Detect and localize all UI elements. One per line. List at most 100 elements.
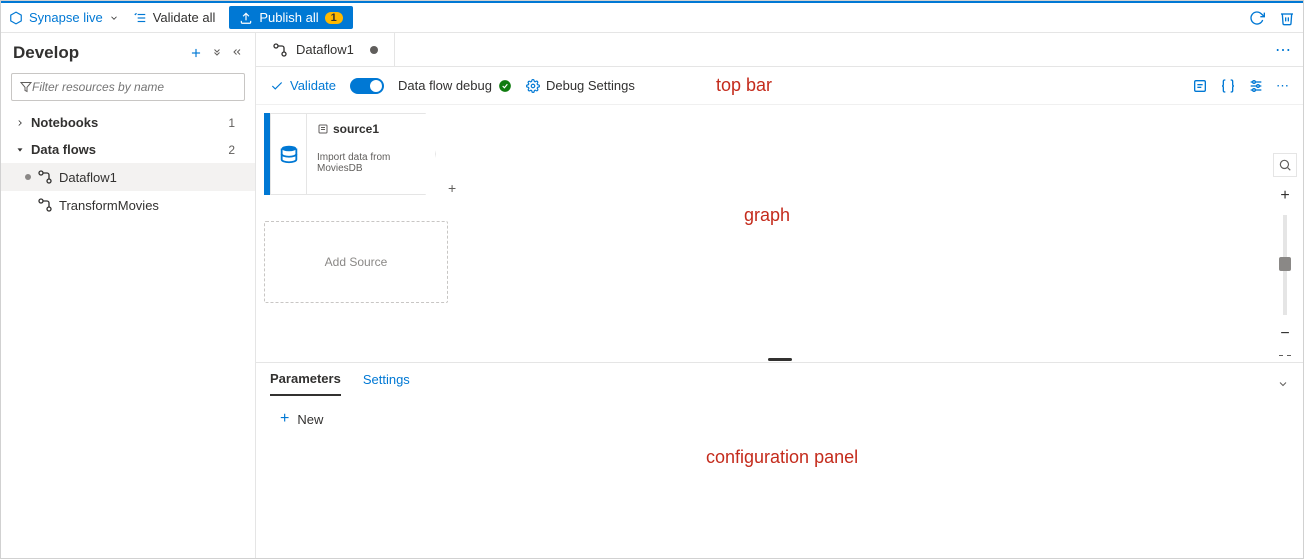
source1-title-row: source1 — [317, 122, 425, 136]
cmdbar-left: Synapse live Validate all Publish all 1 — [9, 6, 353, 29]
cmdbar-right — [1249, 10, 1295, 26]
collapse-sidebar-button[interactable] — [231, 46, 243, 60]
plus-icon: + — [280, 410, 289, 428]
filter-resources[interactable] — [11, 73, 245, 101]
publish-all-label: Publish all — [259, 10, 318, 25]
dataset-icon — [317, 123, 329, 135]
resource-tree: Notebooks 1 Data flows 2 Dataflow1 — [1, 109, 255, 219]
main-layout: Develop Notebooks 1 — [1, 33, 1303, 558]
tree-item-transformmovies[interactable]: TransformMovies — [1, 191, 255, 219]
config-tabs: Parameters Settings — [256, 363, 1303, 396]
config-body: + New configuration panel — [256, 396, 1303, 442]
chevron-down-icon — [109, 13, 119, 23]
dataflow-icon — [272, 42, 288, 58]
sidebar-header: Develop — [1, 33, 255, 73]
publish-all-button[interactable]: Publish all 1 — [229, 6, 352, 29]
validate-label: Validate — [290, 78, 336, 93]
validate-all-button[interactable]: Validate all — [133, 10, 216, 25]
hexagon-icon — [9, 11, 23, 25]
more-actions-button[interactable]: ⋯ — [1276, 78, 1289, 94]
search-icon — [1278, 158, 1292, 172]
configuration-panel: Parameters Settings + New configuration … — [256, 362, 1303, 558]
validate-all-label: Validate all — [153, 10, 216, 25]
modified-dot-icon — [25, 174, 31, 180]
chevron-down-icon — [15, 145, 25, 155]
add-resource-button[interactable] — [189, 46, 203, 60]
double-chevron-left-icon — [231, 46, 243, 58]
zoom-out-button[interactable]: − — [1280, 325, 1289, 343]
source1-desc: Import data from MoviesDB — [317, 152, 425, 174]
filter-input[interactable] — [32, 80, 236, 94]
settings-icon — [526, 79, 540, 93]
publish-count-badge: 1 — [325, 12, 343, 24]
tab-dataflow1[interactable]: Dataflow1 — [256, 33, 395, 66]
validate-button[interactable]: Validate — [270, 78, 336, 93]
top-command-bar: Synapse live Validate all Publish all 1 — [1, 1, 1303, 33]
braces-icon — [1220, 78, 1236, 94]
code-view-button[interactable] — [1220, 78, 1236, 94]
collapse-config-panel-button[interactable] — [1277, 378, 1289, 390]
tree-group-notebooks[interactable]: Notebooks 1 — [1, 109, 255, 136]
dataflow1-label: Dataflow1 — [59, 170, 117, 185]
dataflow-action-bar: Validate Data flow debug Debug Settings — [256, 67, 1303, 105]
add-source-placeholder[interactable]: Add Source — [264, 221, 448, 303]
debug-settings-button[interactable]: Debug Settings — [526, 78, 635, 93]
editor-tabs: Dataflow1 ⋯ — [256, 33, 1303, 67]
toggle-script-view-button[interactable] — [1192, 78, 1208, 94]
config-tab-parameters[interactable]: Parameters — [270, 371, 341, 396]
zoom-slider[interactable] — [1283, 215, 1287, 315]
sliders-icon — [1248, 78, 1264, 94]
chevron-right-icon — [15, 118, 25, 128]
dataflows-label: Data flows — [31, 142, 96, 157]
source1-title: source1 — [333, 122, 379, 136]
tab-label: Dataflow1 — [296, 42, 354, 57]
dataflow-debug-label-wrap: Data flow debug — [398, 78, 512, 93]
script-icon — [1192, 78, 1208, 94]
content-area: Dataflow1 ⋯ Validate Data flow debug Deb… — [256, 33, 1303, 558]
double-chevron-down-icon — [211, 46, 223, 58]
dataflow-debug-label: Data flow debug — [398, 78, 492, 93]
config-tab-settings[interactable]: Settings — [363, 372, 410, 395]
fit-to-screen-button[interactable] — [1277, 353, 1293, 356]
actionbar-right: ⋯ — [1192, 78, 1289, 94]
add-transformation-button[interactable]: + — [448, 180, 456, 196]
transformmovies-label: TransformMovies — [59, 198, 159, 213]
source1-node[interactable]: source1 Import data from MoviesDB — [264, 113, 436, 195]
refresh-button[interactable] — [1249, 10, 1265, 26]
new-parameter-button[interactable]: + New — [280, 410, 1279, 428]
annotation-configpanel: configuration panel — [706, 447, 858, 468]
zoom-thumb[interactable] — [1279, 257, 1291, 271]
add-source-label: Add Source — [325, 255, 388, 269]
zoom-in-button[interactable]: + — [1280, 187, 1289, 205]
expand-all-button[interactable] — [211, 46, 223, 60]
tab-overflow-button[interactable]: ⋯ — [1263, 33, 1303, 66]
tree-group-dataflows[interactable]: Data flows 2 — [1, 136, 255, 163]
plus-icon — [189, 46, 203, 60]
trash-icon — [1279, 10, 1295, 26]
sliders-button[interactable] — [1248, 78, 1264, 94]
delete-button[interactable] — [1279, 10, 1295, 26]
source-type-icon — [270, 113, 306, 195]
dataflow-icon — [37, 169, 53, 185]
chevron-down-icon — [1277, 378, 1289, 390]
sidebar-actions — [189, 46, 243, 60]
tree-item-dataflow1[interactable]: Dataflow1 — [1, 163, 255, 191]
checklist-icon — [133, 11, 147, 25]
dataflow-icon — [37, 197, 53, 213]
dataflows-count: 2 — [228, 143, 235, 157]
notebooks-label: Notebooks — [31, 115, 98, 130]
success-check-icon — [498, 79, 512, 93]
filter-icon — [20, 81, 32, 93]
develop-sidebar: Develop Notebooks 1 — [1, 33, 256, 558]
debug-settings-label: Debug Settings — [546, 78, 635, 93]
synapse-live-dropdown[interactable]: Synapse live — [9, 10, 119, 25]
fit-icon — [1277, 353, 1293, 356]
dataflow-canvas[interactable]: source1 Import data from MoviesDB + Add … — [256, 105, 1303, 356]
check-icon — [270, 79, 284, 93]
canvas-search-button[interactable] — [1273, 153, 1297, 177]
new-parameter-label: New — [297, 412, 323, 427]
dataflow-debug-toggle[interactable] — [350, 78, 384, 94]
source1-node-body: source1 Import data from MoviesDB — [306, 113, 436, 195]
modified-dot-icon — [370, 46, 378, 54]
upload-icon — [239, 11, 253, 25]
